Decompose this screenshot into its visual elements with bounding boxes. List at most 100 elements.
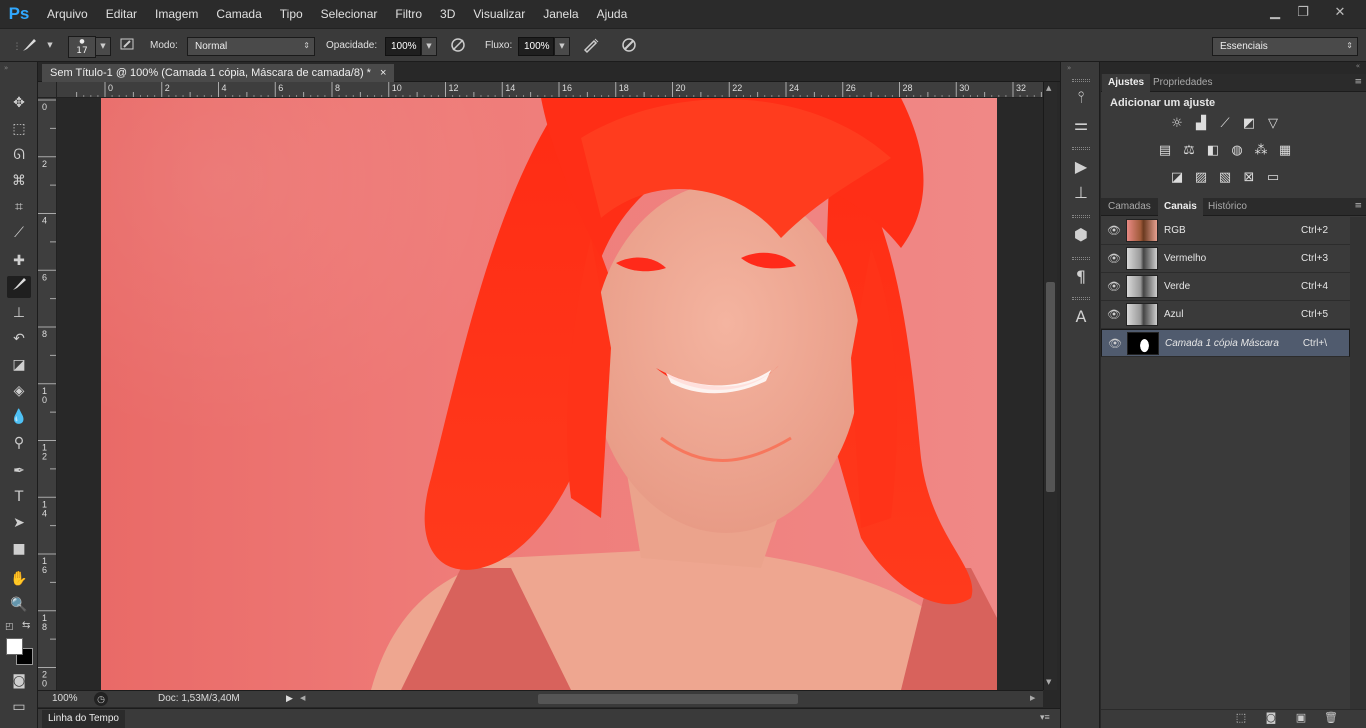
pressure-opacity-icon[interactable] bbox=[447, 36, 469, 58]
posterize-icon[interactable]: ▨ bbox=[1192, 169, 1210, 187]
vertical-scrollbar[interactable]: ▲ ▼ bbox=[1043, 82, 1057, 690]
visibility-eye-icon[interactable]: 👁 bbox=[1107, 280, 1121, 294]
selective-color-icon[interactable]: ⊠ bbox=[1240, 169, 1258, 187]
opacity-dropdown-icon[interactable]: ▼ bbox=[421, 37, 437, 56]
panel-menu-icon[interactable]: ▾≡ bbox=[1040, 712, 1050, 723]
eraser-tool-icon[interactable]: ◪ bbox=[7, 354, 31, 376]
curves-icon[interactable]: ⟋ bbox=[1216, 115, 1234, 133]
collapse-arrows-icon[interactable]: » bbox=[4, 64, 8, 72]
brush-settings-dock-icon[interactable]: ⚌ bbox=[1070, 114, 1092, 136]
status-info-icon[interactable]: ◷ bbox=[94, 692, 108, 706]
pressure-size-icon[interactable] bbox=[618, 36, 640, 58]
mode-select[interactable]: Normal ⇕ bbox=[187, 37, 315, 56]
quick-selection-tool-icon[interactable]: ⌘ bbox=[7, 170, 31, 192]
threshold-icon[interactable]: ▧ bbox=[1216, 169, 1234, 187]
quick-mask-icon[interactable]: ◙ bbox=[7, 670, 31, 692]
scroll-right-icon[interactable]: ▶ bbox=[1030, 694, 1035, 702]
brush-preset-icon[interactable] bbox=[18, 36, 40, 58]
move-tool-icon[interactable]: ✥ bbox=[7, 92, 31, 114]
history-brush-tool-icon[interactable]: ↶ bbox=[7, 328, 31, 350]
character-icon[interactable]: A bbox=[1070, 306, 1092, 328]
tab-historico[interactable]: Histórico bbox=[1202, 198, 1253, 216]
channels-scrollbar[interactable] bbox=[1350, 217, 1366, 709]
crop-tool-icon[interactable]: ⌗ bbox=[7, 196, 31, 218]
tab-propriedades[interactable]: Propriedades bbox=[1147, 74, 1218, 92]
default-colors-icon[interactable]: ◰ bbox=[5, 622, 14, 632]
3d-cube-icon[interactable]: ⬢ bbox=[1070, 224, 1092, 246]
brush-tool-icon[interactable] bbox=[7, 276, 31, 298]
brush-size-picker[interactable]: ● 17 bbox=[68, 36, 96, 58]
tab-camadas[interactable]: Camadas bbox=[1102, 198, 1157, 216]
pen-tool-icon[interactable]: ✒ bbox=[7, 460, 31, 482]
brush-size-dropdown-icon[interactable]: ▼ bbox=[95, 37, 111, 56]
type-tool-icon[interactable]: T bbox=[7, 486, 31, 508]
canvas-area[interactable] bbox=[57, 98, 1043, 690]
workspace-select[interactable]: Essenciais ⇕ bbox=[1212, 37, 1358, 56]
close-tab-icon[interactable]: × bbox=[380, 67, 386, 79]
visibility-eye-icon[interactable]: 👁 bbox=[1107, 308, 1121, 322]
rectangle-tool-icon[interactable]: ■ bbox=[7, 538, 31, 560]
zoom-level[interactable]: 100% bbox=[52, 693, 78, 704]
visibility-eye-icon[interactable]: 👁 bbox=[1108, 337, 1122, 351]
menu-arquivo[interactable]: Arquivo bbox=[38, 0, 97, 28]
hand-tool-icon[interactable]: ✋ bbox=[7, 568, 31, 590]
scroll-up-icon[interactable]: ▲ bbox=[1046, 84, 1051, 92]
black-white-icon[interactable]: ◧ bbox=[1204, 142, 1222, 160]
tab-ajustes[interactable]: Ajustes bbox=[1102, 74, 1151, 92]
scroll-down-icon[interactable]: ▼ bbox=[1046, 678, 1051, 686]
photo-filter-icon[interactable]: ◍ bbox=[1228, 142, 1246, 160]
invert-icon[interactable]: ◪ bbox=[1168, 169, 1186, 187]
paragraph-icon[interactable]: ¶ bbox=[1070, 266, 1092, 288]
panel-menu-icon[interactable]: ≡ bbox=[1354, 201, 1362, 211]
panel-menu-icon[interactable]: ≡ bbox=[1354, 77, 1362, 87]
lasso-tool-icon[interactable]: ᘏ bbox=[7, 144, 31, 166]
horizontal-scroll-thumb[interactable] bbox=[538, 694, 798, 704]
clone-source-dock-icon[interactable]: ⊥ bbox=[1070, 182, 1092, 204]
save-selection-icon[interactable]: ◙ bbox=[1263, 711, 1279, 725]
visibility-eye-icon[interactable]: 👁 bbox=[1107, 224, 1121, 238]
channel-row-vermelho[interactable]: 👁 Vermelho Ctrl+3 bbox=[1101, 245, 1350, 273]
channel-row-rgb[interactable]: 👁 RGB Ctrl+2 bbox=[1101, 217, 1350, 245]
scroll-left-icon[interactable]: ◀ bbox=[300, 694, 305, 702]
vertical-scroll-thumb[interactable] bbox=[1046, 282, 1055, 492]
channel-row-verde[interactable]: 👁 Verde Ctrl+4 bbox=[1101, 273, 1350, 301]
load-selection-icon[interactable]: ⬚ bbox=[1233, 711, 1249, 725]
swap-colors-icon[interactable]: ⇆ bbox=[22, 620, 30, 631]
brush-presets-dock-icon[interactable]: ⫯ bbox=[1070, 86, 1092, 108]
menu-camada[interactable]: Camada bbox=[207, 0, 270, 28]
collapse-arrows-icon[interactable]: » bbox=[1067, 64, 1071, 72]
levels-icon[interactable]: ▟ bbox=[1192, 115, 1210, 133]
menu-imagem[interactable]: Imagem bbox=[146, 0, 207, 28]
actions-play-icon[interactable]: ▶ bbox=[1070, 156, 1092, 178]
close-window-button[interactable]: ✕ bbox=[1325, 2, 1355, 22]
document-tab[interactable]: Sem Título-1 @ 100% (Camada 1 cópia, Más… bbox=[42, 64, 395, 82]
marquee-tool-icon[interactable]: ⬚ bbox=[7, 118, 31, 140]
opacity-field[interactable]: 100% bbox=[385, 37, 421, 56]
paint-bucket-tool-icon[interactable]: ◈ bbox=[7, 380, 31, 402]
vibrance-icon[interactable]: ▽ bbox=[1264, 115, 1282, 133]
minimize-button[interactable]: ▁ bbox=[1260, 2, 1290, 22]
collapse-arrows-icon[interactable]: « bbox=[1356, 62, 1360, 70]
menu-janela[interactable]: Janela bbox=[534, 0, 587, 28]
blur-tool-icon[interactable]: 💧 bbox=[7, 406, 31, 428]
document-image[interactable] bbox=[101, 98, 997, 690]
tab-canais[interactable]: Canais bbox=[1158, 198, 1203, 216]
channel-mixer-icon[interactable]: ⁂ bbox=[1252, 142, 1270, 160]
foreground-color-swatch[interactable] bbox=[6, 638, 23, 655]
menu-tipo[interactable]: Tipo bbox=[271, 0, 312, 28]
channel-row-azul[interactable]: 👁 Azul Ctrl+5 bbox=[1101, 301, 1350, 329]
screen-mode-icon[interactable]: ▭ bbox=[7, 696, 31, 718]
color-balance-icon[interactable]: ⚖ bbox=[1180, 142, 1198, 160]
eyedropper-tool-icon[interactable]: ⟋ bbox=[7, 222, 31, 244]
timeline-tab[interactable]: Linha do Tempo bbox=[42, 710, 125, 728]
menu-3d[interactable]: 3D bbox=[431, 0, 464, 28]
channel-row-mask[interactable]: 👁 Camada 1 cópia Máscara Ctrl+\ bbox=[1101, 329, 1350, 357]
zoom-tool-icon[interactable]: 🔍 bbox=[7, 594, 31, 616]
flow-field[interactable]: 100% bbox=[518, 37, 554, 56]
brush-preset-dropdown-icon[interactable]: ▼ bbox=[42, 37, 58, 56]
hue-saturation-icon[interactable]: ▤ bbox=[1156, 142, 1174, 160]
ruler-origin[interactable] bbox=[38, 82, 57, 98]
visibility-eye-icon[interactable]: 👁 bbox=[1107, 252, 1121, 266]
brightness-contrast-icon[interactable]: ☼ bbox=[1168, 115, 1186, 133]
airbrush-icon[interactable] bbox=[580, 36, 602, 58]
